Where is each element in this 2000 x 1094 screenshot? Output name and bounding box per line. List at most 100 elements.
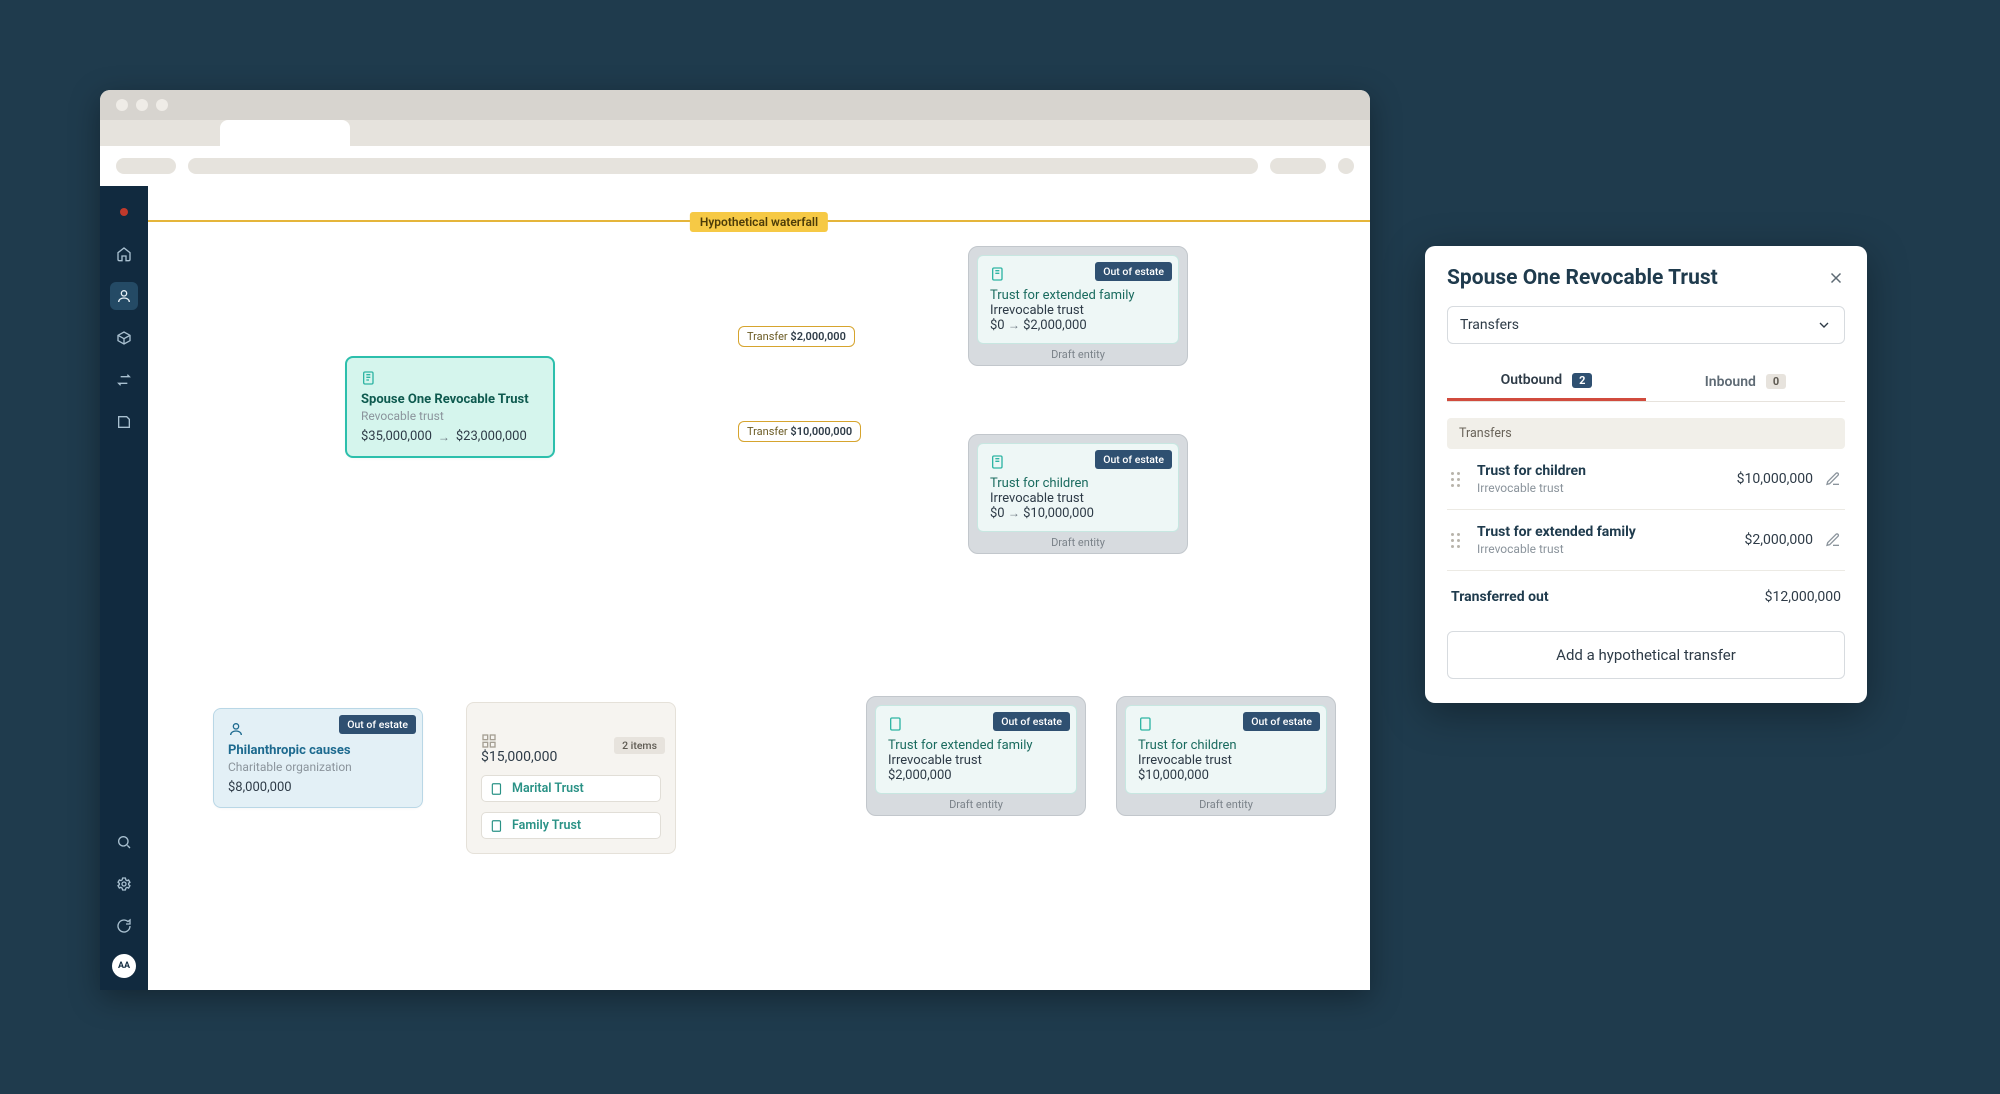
entity-subtitle: Irrevocable trust — [990, 491, 1166, 506]
tab-label: Outbound — [1501, 372, 1562, 388]
transfer-label: Transfer — [747, 425, 788, 438]
documents-icon[interactable] — [110, 408, 138, 436]
out-of-estate-badge: Out of estate — [993, 712, 1070, 731]
browser-window: AA Hypothetical waterfall — [100, 90, 1370, 990]
draft-label: Draft entity — [875, 794, 1077, 811]
out-of-estate-badge: Out of estate — [1243, 712, 1320, 731]
draft-label: Draft entity — [977, 532, 1179, 549]
entity-title: Trust for extended family — [888, 738, 1064, 753]
home-icon[interactable] — [110, 240, 138, 268]
window-titlebar — [100, 90, 1370, 120]
trust-icon — [490, 819, 504, 833]
panel-section-select[interactable]: Transfers — [1447, 306, 1845, 344]
trust-icon — [990, 454, 1006, 470]
trust-icon — [990, 266, 1006, 282]
panel-tabs: Outbound 2 Inbound 0 — [1447, 362, 1845, 402]
entity-value: $2,000,000 — [888, 768, 952, 783]
arrow-right-icon: → — [438, 430, 450, 444]
user-avatar[interactable]: AA — [112, 954, 136, 978]
entity-title: Philanthropic causes — [228, 743, 408, 758]
entity-from-value: $35,000,000 — [361, 429, 432, 444]
transfers-panel: Spouse One Revocable Trust Transfers Out… — [1425, 246, 1867, 703]
browser-urlbar — [100, 146, 1370, 186]
person-icon — [228, 721, 244, 737]
entity-subtitle: Irrevocable trust — [990, 303, 1166, 318]
drag-handle-icon[interactable] — [1451, 533, 1465, 548]
entity-value: $10,000,000 — [1138, 768, 1209, 783]
group-item-family[interactable]: Family Trust — [481, 812, 661, 839]
help-icon[interactable] — [110, 912, 138, 940]
entity-from-value: $0 — [990, 506, 1005, 521]
trust-icon — [361, 370, 377, 386]
entity-card-children-draft-2[interactable]: Out of estate Trust for children Irrevoc… — [1116, 696, 1336, 816]
arrow-right-icon: → — [1008, 506, 1020, 520]
draft-label: Draft entity — [1125, 794, 1327, 811]
out-of-estate-badge: Out of estate — [1095, 262, 1172, 281]
entity-card-extended-draft[interactable]: Out of estate Trust for extended family … — [968, 246, 1188, 366]
row-amount: $2,000,000 — [1745, 532, 1813, 548]
transfer-pill-2[interactable]: Transfer $10,000,000 — [738, 421, 861, 442]
entity-card-extended-draft-2[interactable]: Out of estate Trust for extended family … — [866, 696, 1086, 816]
trust-icon — [888, 716, 904, 732]
url-placeholder[interactable] — [188, 158, 1258, 174]
entity-title: Trust for extended family — [990, 288, 1166, 303]
out-of-estate-badge: Out of estate — [1095, 450, 1172, 469]
tab-count: 2 — [1572, 373, 1592, 388]
tab-outbound[interactable]: Outbound 2 — [1447, 362, 1646, 401]
tab-inbound[interactable]: Inbound 0 — [1646, 362, 1845, 401]
diagram-canvas[interactable]: Hypothetical waterfall — [148, 186, 1370, 990]
entity-subtitle: Irrevocable trust — [1138, 753, 1314, 768]
row-amount: $10,000,000 — [1737, 471, 1813, 487]
total-label: Transferred out — [1451, 589, 1549, 605]
settings-icon[interactable] — [110, 870, 138, 898]
row-subtitle: Irrevocable trust — [1477, 481, 1725, 495]
ext-placeholder — [1270, 158, 1326, 174]
entities-icon[interactable] — [110, 324, 138, 352]
tab-count: 0 — [1766, 374, 1786, 389]
close-icon[interactable] — [1827, 269, 1845, 287]
transfer-row[interactable]: Trust for extended family Irrevocable tr… — [1447, 510, 1845, 571]
entity-title: Spouse One Revocable Trust — [361, 392, 539, 407]
entity-card-source[interactable]: Spouse One Revocable Trust Revocable tru… — [345, 356, 555, 458]
search-icon[interactable] — [110, 828, 138, 856]
entity-card-group[interactable]: 2 items $15,000,000 Marital Trust Family… — [466, 702, 676, 854]
window-control-close[interactable] — [116, 99, 128, 111]
app-area: AA Hypothetical waterfall — [100, 186, 1370, 990]
out-of-estate-badge: Out of estate — [339, 715, 416, 734]
group-item-marital[interactable]: Marital Trust — [481, 775, 661, 802]
connector-wires — [148, 186, 448, 336]
window-control-max[interactable] — [156, 99, 168, 111]
total-amount: $12,000,000 — [1765, 589, 1841, 605]
transfer-amount: $2,000,000 — [790, 330, 845, 343]
transfer-row[interactable]: Trust for children Irrevocable trust $10… — [1447, 449, 1845, 510]
select-value: Transfers — [1460, 317, 1519, 333]
avatar-placeholder — [1338, 158, 1354, 174]
drag-handle-icon[interactable] — [1451, 472, 1465, 487]
entity-from-value: $0 — [990, 318, 1005, 333]
transfers-section-header: Transfers — [1447, 418, 1845, 449]
clients-icon[interactable] — [110, 282, 138, 310]
trust-icon — [1138, 716, 1154, 732]
row-title: Trust for extended family — [1477, 524, 1733, 540]
entity-card-children-draft[interactable]: Out of estate Trust for children Irrevoc… — [968, 434, 1188, 554]
waterfall-banner: Hypothetical waterfall — [690, 212, 828, 232]
entity-title: Trust for children — [1138, 738, 1314, 753]
row-title: Trust for children — [1477, 463, 1725, 479]
edit-icon[interactable] — [1825, 532, 1841, 548]
browser-tab-active[interactable] — [220, 120, 350, 146]
trust-icon — [490, 782, 504, 796]
edit-icon[interactable] — [1825, 471, 1841, 487]
browser-tabstrip — [100, 120, 1370, 146]
entity-subtitle: Charitable organization — [228, 760, 408, 774]
add-transfer-button[interactable]: Add a hypothetical transfer — [1447, 631, 1845, 679]
transfers-icon[interactable] — [110, 366, 138, 394]
entity-subtitle: Revocable trust — [361, 409, 539, 423]
entity-card-philanthropic[interactable]: Out of estate Philanthropic causes Chari… — [213, 708, 423, 808]
transfer-amount: $10,000,000 — [790, 425, 852, 438]
nav-placeholder — [116, 158, 176, 174]
transfer-pill-1[interactable]: Transfer $2,000,000 — [738, 326, 855, 347]
window-control-min[interactable] — [136, 99, 148, 111]
arrow-right-icon: → — [1008, 318, 1020, 332]
tab-label: Inbound — [1705, 374, 1756, 390]
entity-subtitle: Irrevocable trust — [888, 753, 1064, 768]
